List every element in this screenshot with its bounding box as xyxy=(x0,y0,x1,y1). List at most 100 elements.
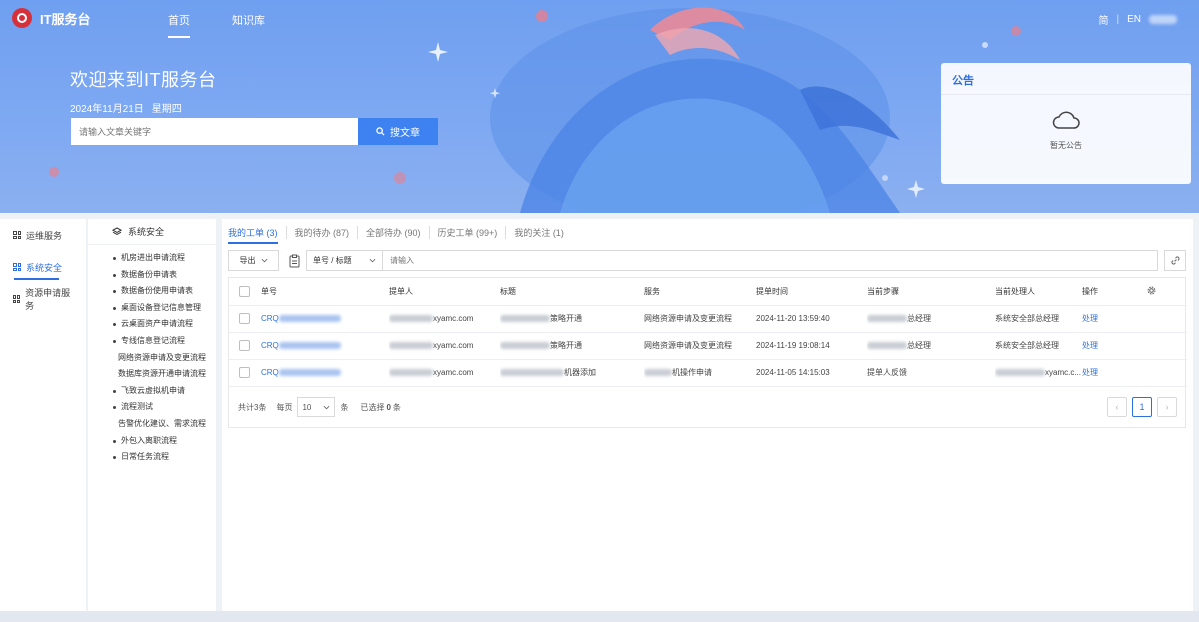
leftnav-item-label: 资源申请服务 xyxy=(25,288,71,311)
nav-knowledge-base[interactable]: 知识库 xyxy=(232,12,265,28)
lang-zh-option[interactable]: 简 xyxy=(1098,12,1108,27)
submenu-item[interactable]: 云桌面资产申请流程 xyxy=(88,316,216,333)
submenu-item[interactable]: 机房进出申请流程 xyxy=(88,250,216,267)
link-icon[interactable] xyxy=(1164,250,1186,271)
search-field-value: 单号 / 标题 xyxy=(313,256,352,265)
tab-my-todo[interactable]: 我的待办 (87) xyxy=(285,225,358,239)
row-checkbox[interactable] xyxy=(239,313,250,324)
col-current-step: 当前步骤 xyxy=(867,278,995,306)
cloud-icon xyxy=(1052,111,1080,129)
top-nav: 首页 知识库 xyxy=(168,12,265,38)
submenu-item[interactable]: 飞致云虚拟机申请 xyxy=(88,383,216,400)
chevron-down-icon xyxy=(324,405,330,409)
active-tab-indicator xyxy=(228,242,278,244)
clipboard-icon[interactable] xyxy=(287,253,301,269)
tab-history[interactable]: 历史工单 (99+) xyxy=(428,225,506,239)
select-all-checkbox[interactable] xyxy=(239,285,250,297)
selected-count: 0 xyxy=(386,402,391,412)
left-nav: 运维服务 系统安全 资源申请服务 xyxy=(0,219,86,622)
article-search: 搜文章 xyxy=(71,118,438,145)
row-checkbox[interactable] xyxy=(239,340,250,351)
leftnav-item-label: 运维服务 xyxy=(26,230,63,241)
per-page-label: 每页 xyxy=(276,402,293,412)
lang-en-option[interactable]: EN xyxy=(1127,14,1141,25)
leftnav-item-resource[interactable]: 资源申请服务 xyxy=(0,283,86,315)
ticket-id-link[interactable]: CRQ xyxy=(261,314,341,323)
submenu-item[interactable]: 日常任务流程 xyxy=(88,449,216,466)
ticket-title: 策略开通 xyxy=(550,341,582,350)
total-prefix: 共计 xyxy=(238,402,254,412)
ticket-toolbar: 导出 单号 / 标题 xyxy=(228,250,1186,271)
current-handler: 系统安全部总经理 xyxy=(995,332,1082,360)
submenu-item[interactable]: 数据备份使用申请表 xyxy=(88,283,216,300)
page-size-value: 10 xyxy=(302,402,312,412)
col-action: 操作 xyxy=(1082,278,1147,306)
selected-suffix: 条 xyxy=(392,402,401,412)
col-title: 标题 xyxy=(500,278,644,306)
table-row: CRQ xyamc.com 策略开通 网络资源申请及变更流程 2024-11-1… xyxy=(229,332,1187,360)
service-name: 机操作申请 xyxy=(672,368,712,377)
submenu-item[interactable]: 桌面设备登记信息管理 xyxy=(88,300,216,317)
search-icon xyxy=(376,127,385,136)
current-step: 提单人反馈 xyxy=(867,359,995,387)
submitter-email: xyamc.com xyxy=(433,368,474,377)
ticket-id-link[interactable]: CRQ xyxy=(261,368,341,377)
col-ticket-id: 单号 xyxy=(261,278,389,306)
submenu-header: 系统安全 xyxy=(88,219,216,245)
export-button[interactable]: 导出 xyxy=(228,250,279,271)
current-handler: 系统安全部总经理 xyxy=(995,305,1082,333)
article-search-input[interactable] xyxy=(71,118,358,145)
process-link[interactable]: 处理 xyxy=(1082,314,1098,323)
user-menu[interactable] xyxy=(1149,15,1177,24)
notice-title: 公告 xyxy=(941,63,1191,95)
notice-empty-text: 暂无公告 xyxy=(1050,141,1082,150)
gear-icon[interactable] xyxy=(1147,286,1156,295)
submenu-item[interactable]: 数据库资源开通申请流程 xyxy=(88,366,216,383)
submenu-item[interactable]: 数据备份申请表 xyxy=(88,267,216,284)
search-article-button[interactable]: 搜文章 xyxy=(358,118,438,145)
prev-page-button[interactable]: ‹ xyxy=(1107,397,1127,417)
page-number[interactable]: 1 xyxy=(1132,397,1152,417)
chevron-down-icon xyxy=(261,258,267,263)
ticket-tabs: 我的工单 (3) 我的待办 (87) 全部待办 (90) 历史工单 (99+) … xyxy=(228,225,572,239)
ticket-id-link[interactable]: CRQ xyxy=(261,341,341,350)
process-link[interactable]: 处理 xyxy=(1082,368,1098,377)
submenu-title: 系统安全 xyxy=(128,227,165,237)
submenu-item[interactable]: 外包入离职流程 xyxy=(88,433,216,450)
leftnav-item-ops[interactable]: 运维服务 xyxy=(0,219,86,251)
date-line: 2024年11月21日 星期四 xyxy=(70,100,217,115)
row-checkbox[interactable] xyxy=(239,367,250,378)
tab-my-tickets[interactable]: 我的工单 (3) xyxy=(228,226,286,239)
page-size-select[interactable]: 10 xyxy=(297,397,336,417)
welcome-title: 欢迎来到IT服务台 xyxy=(70,70,217,90)
col-service: 服务 xyxy=(644,278,756,306)
grid-icon xyxy=(13,263,21,271)
current-step: 总经理 xyxy=(907,314,931,323)
submenu-item[interactable]: 流程测试 xyxy=(88,399,216,416)
leftnav-item-security[interactable]: 系统安全 xyxy=(0,251,86,283)
grid-icon xyxy=(13,295,21,303)
service-name: 网络资源申请及变更流程 xyxy=(644,332,756,360)
leftnav-item-label: 系统安全 xyxy=(26,262,63,273)
ticket-title: 策略开通 xyxy=(550,314,582,323)
submenu-item[interactable]: 专线信息登记流程 xyxy=(88,333,216,350)
tab-all-todo[interactable]: 全部待办 (90) xyxy=(357,225,429,239)
selected-prefix: 已选择 xyxy=(360,402,385,412)
app-logo[interactable]: IT服务台 xyxy=(12,8,91,28)
submit-time: 2024-11-20 13:59:40 xyxy=(756,305,867,333)
nav-home[interactable]: 首页 xyxy=(168,12,190,38)
next-page-button[interactable]: › xyxy=(1157,397,1177,417)
current-weekday: 星期四 xyxy=(151,104,182,115)
process-link[interactable]: 处理 xyxy=(1082,341,1098,350)
search-field-select[interactable]: 单号 / 标题 xyxy=(306,250,383,271)
submenu-item[interactable]: 告警优化建议、需求流程 xyxy=(88,416,216,433)
col-current-handler: 当前处理人 xyxy=(995,278,1082,306)
submenu-item[interactable]: 网络资源申请及变更流程 xyxy=(88,350,216,367)
tab-following[interactable]: 我的关注 (1) xyxy=(505,225,572,239)
table-row: CRQ xyamc.com 策略开通 网络资源申请及变更流程 2024-11-2… xyxy=(229,305,1187,333)
grid-icon xyxy=(13,231,21,239)
ticket-title: 机器添加 xyxy=(564,368,596,377)
service-name: 网络资源申请及变更流程 xyxy=(644,305,756,333)
ticket-search-input[interactable] xyxy=(383,250,1158,271)
ticket-table: 单号 提单人 标题 服务 提单时间 当前步骤 当前处理人 操作 CRQ xyam… xyxy=(228,277,1187,428)
